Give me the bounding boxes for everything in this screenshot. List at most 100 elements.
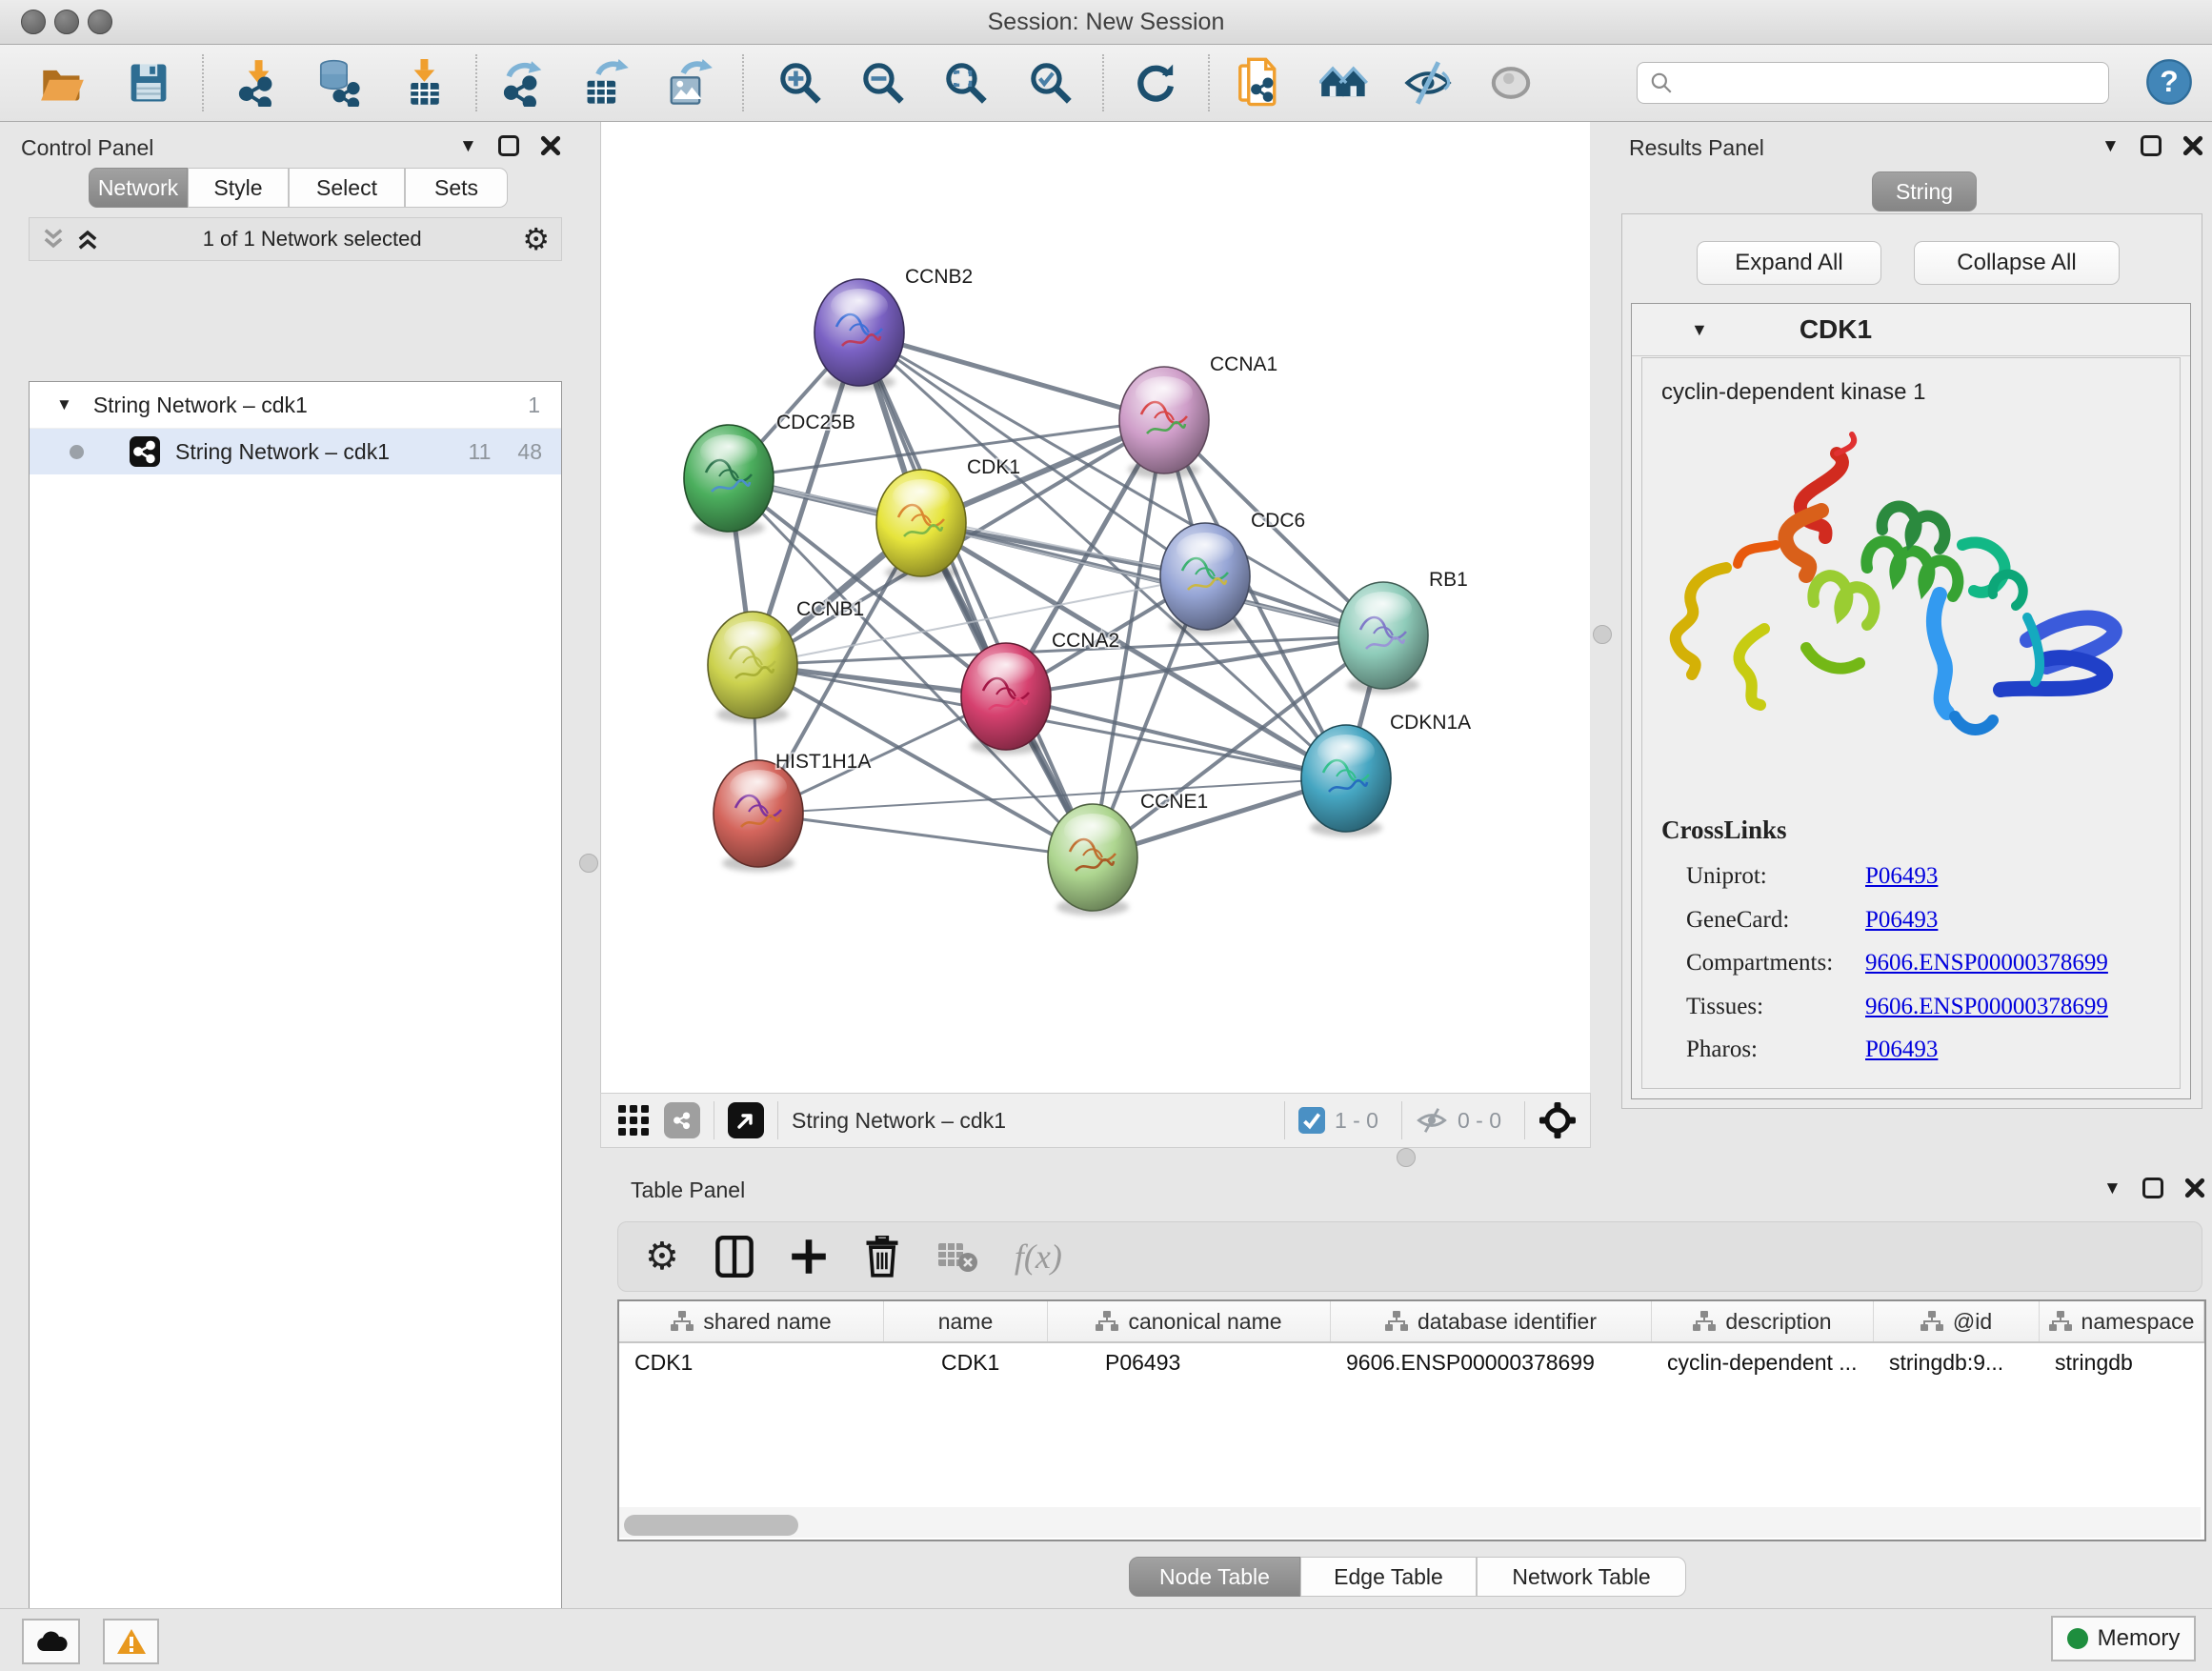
network-node-HIST1H1A[interactable]: HIST1H1A [714,751,871,872]
results-panel-close-icon[interactable] [2182,135,2203,156]
collapse-all-button[interactable]: Collapse All [1914,241,2120,285]
copy-networks-icon[interactable] [1235,58,1284,108]
control-panel-menu-icon[interactable]: ▼ [459,137,477,155]
cell-id[interactable]: stringdb:9... [1874,1343,2040,1383]
column-header-description[interactable]: description [1652,1301,1874,1341]
tab-edge-table[interactable]: Edge Table [1300,1557,1477,1597]
import-table-icon[interactable] [400,58,450,108]
help-button[interactable]: ? [2145,58,2193,106]
tab-string[interactable]: String [1872,171,1977,211]
function-builder-button[interactable]: f(x) [1015,1237,1062,1277]
cell-description[interactable]: cyclin-dependent ... [1652,1343,1874,1383]
welcome-houses-icon[interactable] [1319,58,1369,108]
crosslink-value[interactable]: 9606.ENSP00000378699 [1865,994,2108,1019]
open-session-icon[interactable] [38,58,88,108]
control-panel-close-icon[interactable] [540,135,561,156]
selected-checkbox-icon[interactable] [1298,1107,1325,1134]
node-label-CDK1: CDK1 [967,456,1020,478]
fit-selection-crosshair-icon[interactable] [1538,1101,1577,1139]
gene-section-header[interactable]: ▼ CDK1 [1632,304,2190,356]
column-header-name[interactable]: name [884,1301,1048,1341]
birds-eye-view-icon[interactable] [728,1102,764,1138]
network-node-CCNB2[interactable]: CCNB2 [814,266,973,391]
network-node-CDC6[interactable]: CDC6 [1160,510,1305,634]
results-panel-float-button[interactable] [2141,135,2162,156]
cell-namespace[interactable]: stringdb [2040,1343,2204,1383]
tab-network-table[interactable]: Network Table [1477,1557,1686,1597]
tab-node-table[interactable]: Node Table [1129,1557,1300,1597]
zoom-fit-icon[interactable] [941,58,991,108]
network-share-view-icon[interactable] [664,1102,700,1138]
control-panel-float-button[interactable] [498,135,519,156]
network-options-gear-icon[interactable]: ⚙ [522,224,550,254]
table-hscrollbar-track[interactable] [619,1507,2201,1538]
toolbar-search-field[interactable] [1637,62,2109,104]
table-panel-float-button[interactable] [2142,1178,2163,1198]
collapse-all-icon[interactable] [39,226,68,252]
network-node-RB1[interactable]: RB1 [1338,569,1468,694]
column-header-canonical-name[interactable]: canonical name [1048,1301,1331,1341]
import-network-database-icon[interactable] [313,58,363,108]
tab-select[interactable]: Select [289,168,405,208]
table-hscrollbar-thumb[interactable] [624,1515,798,1536]
table-panel-menu-icon[interactable]: ▼ [2103,1179,2122,1198]
show-columns-icon[interactable] [715,1236,754,1278]
network-edge-CCNB2-CCNE1[interactable] [859,332,1093,857]
crosslink-value[interactable]: P06493 [1865,1037,1938,1062]
network-tree-root-row[interactable]: ▼ String Network – cdk1 1 [30,382,561,429]
expand-all-icon[interactable] [73,226,102,252]
export-image-icon[interactable] [665,58,714,108]
export-network-icon[interactable] [498,58,548,108]
network-canvas[interactable]: CCNB2 CCNA1 CDC25B CDK1 CDC6 [600,122,1590,1093]
network-node-CCNE1[interactable]: CCNE1 [1048,791,1208,916]
cell-shared-name[interactable]: CDK1 [619,1343,884,1383]
tab-sets[interactable]: Sets [405,168,508,208]
results-panel-menu-icon[interactable]: ▼ [2101,137,2120,155]
column-header-shared-name[interactable]: shared name [619,1301,884,1341]
warnings-button[interactable] [103,1619,159,1664]
export-table-icon[interactable] [582,58,632,108]
add-column-icon[interactable] [790,1238,828,1276]
network-edge-CCNA2-CDKN1A[interactable] [1006,696,1346,778]
hidden-eye-icon[interactable] [1416,1106,1448,1135]
network-node-CDKN1A[interactable]: CDKN1A [1301,712,1471,836]
refresh-view-icon[interactable] [1131,58,1180,108]
expand-all-button[interactable]: Expand All [1697,241,1881,285]
eye-disabled-icon[interactable] [1486,58,1536,108]
section-expander-icon[interactable]: ▼ [1691,320,1708,340]
crosslink-value[interactable]: P06493 [1865,863,1938,889]
delete-table-icon[interactable] [936,1239,978,1274]
zoom-selected-icon[interactable] [1026,58,1076,108]
crosslink-value[interactable]: 9606.ENSP00000378699 [1865,950,2108,976]
table-row[interactable]: CDK1CDK1P064939606.ENSP00000378699cyclin… [619,1343,2204,1383]
zoom-out-icon[interactable] [858,58,908,108]
column-header-database-identifier[interactable]: database identifier [1331,1301,1652,1341]
memory-button[interactable]: Memory [2051,1616,2196,1661]
network-graph[interactable]: CCNB2 CCNA1 CDC25B CDK1 CDC6 [601,122,1590,1093]
delete-column-icon[interactable] [864,1236,900,1278]
cloud-status-button[interactable] [22,1619,80,1664]
tab-network[interactable]: Network [89,168,188,208]
column-tree-icon [1693,1311,1716,1332]
save-session-icon[interactable] [124,58,173,108]
grid-view-icon[interactable] [616,1103,651,1137]
import-network-file-icon[interactable] [233,58,283,108]
network-tree-item-row[interactable]: String Network – cdk1 11 48 [30,429,561,474]
graphics-details-eye-slash-icon[interactable] [1403,58,1453,108]
cell-name[interactable]: CDK1 [884,1343,1048,1383]
crosslink-value[interactable]: P06493 [1865,907,1938,933]
column-header-namespace[interactable]: namespace [2040,1301,2204,1341]
zoom-in-icon[interactable] [775,58,825,108]
network-node-CCNA1[interactable]: CCNA1 [1119,353,1277,478]
tab-style[interactable]: Style [188,168,289,208]
table-settings-gear-icon[interactable]: ⚙ [645,1238,679,1276]
cell-database-identifier[interactable]: 9606.ENSP00000378699 [1331,1343,1652,1383]
network-edge-HIST1H1A-CCNE1[interactable] [758,814,1093,857]
network-edge-CCNB2-CCNA1[interactable] [859,332,1164,420]
table-panel-close-icon[interactable] [2184,1178,2205,1198]
tree-expander-icon[interactable]: ▼ [56,395,72,414]
search-input[interactable] [1681,70,2095,96]
column-header-id[interactable]: @id [1874,1301,2040,1341]
cell-canonical-name[interactable]: P06493 [1048,1343,1331,1383]
left-splitter-handle[interactable] [579,854,598,873]
